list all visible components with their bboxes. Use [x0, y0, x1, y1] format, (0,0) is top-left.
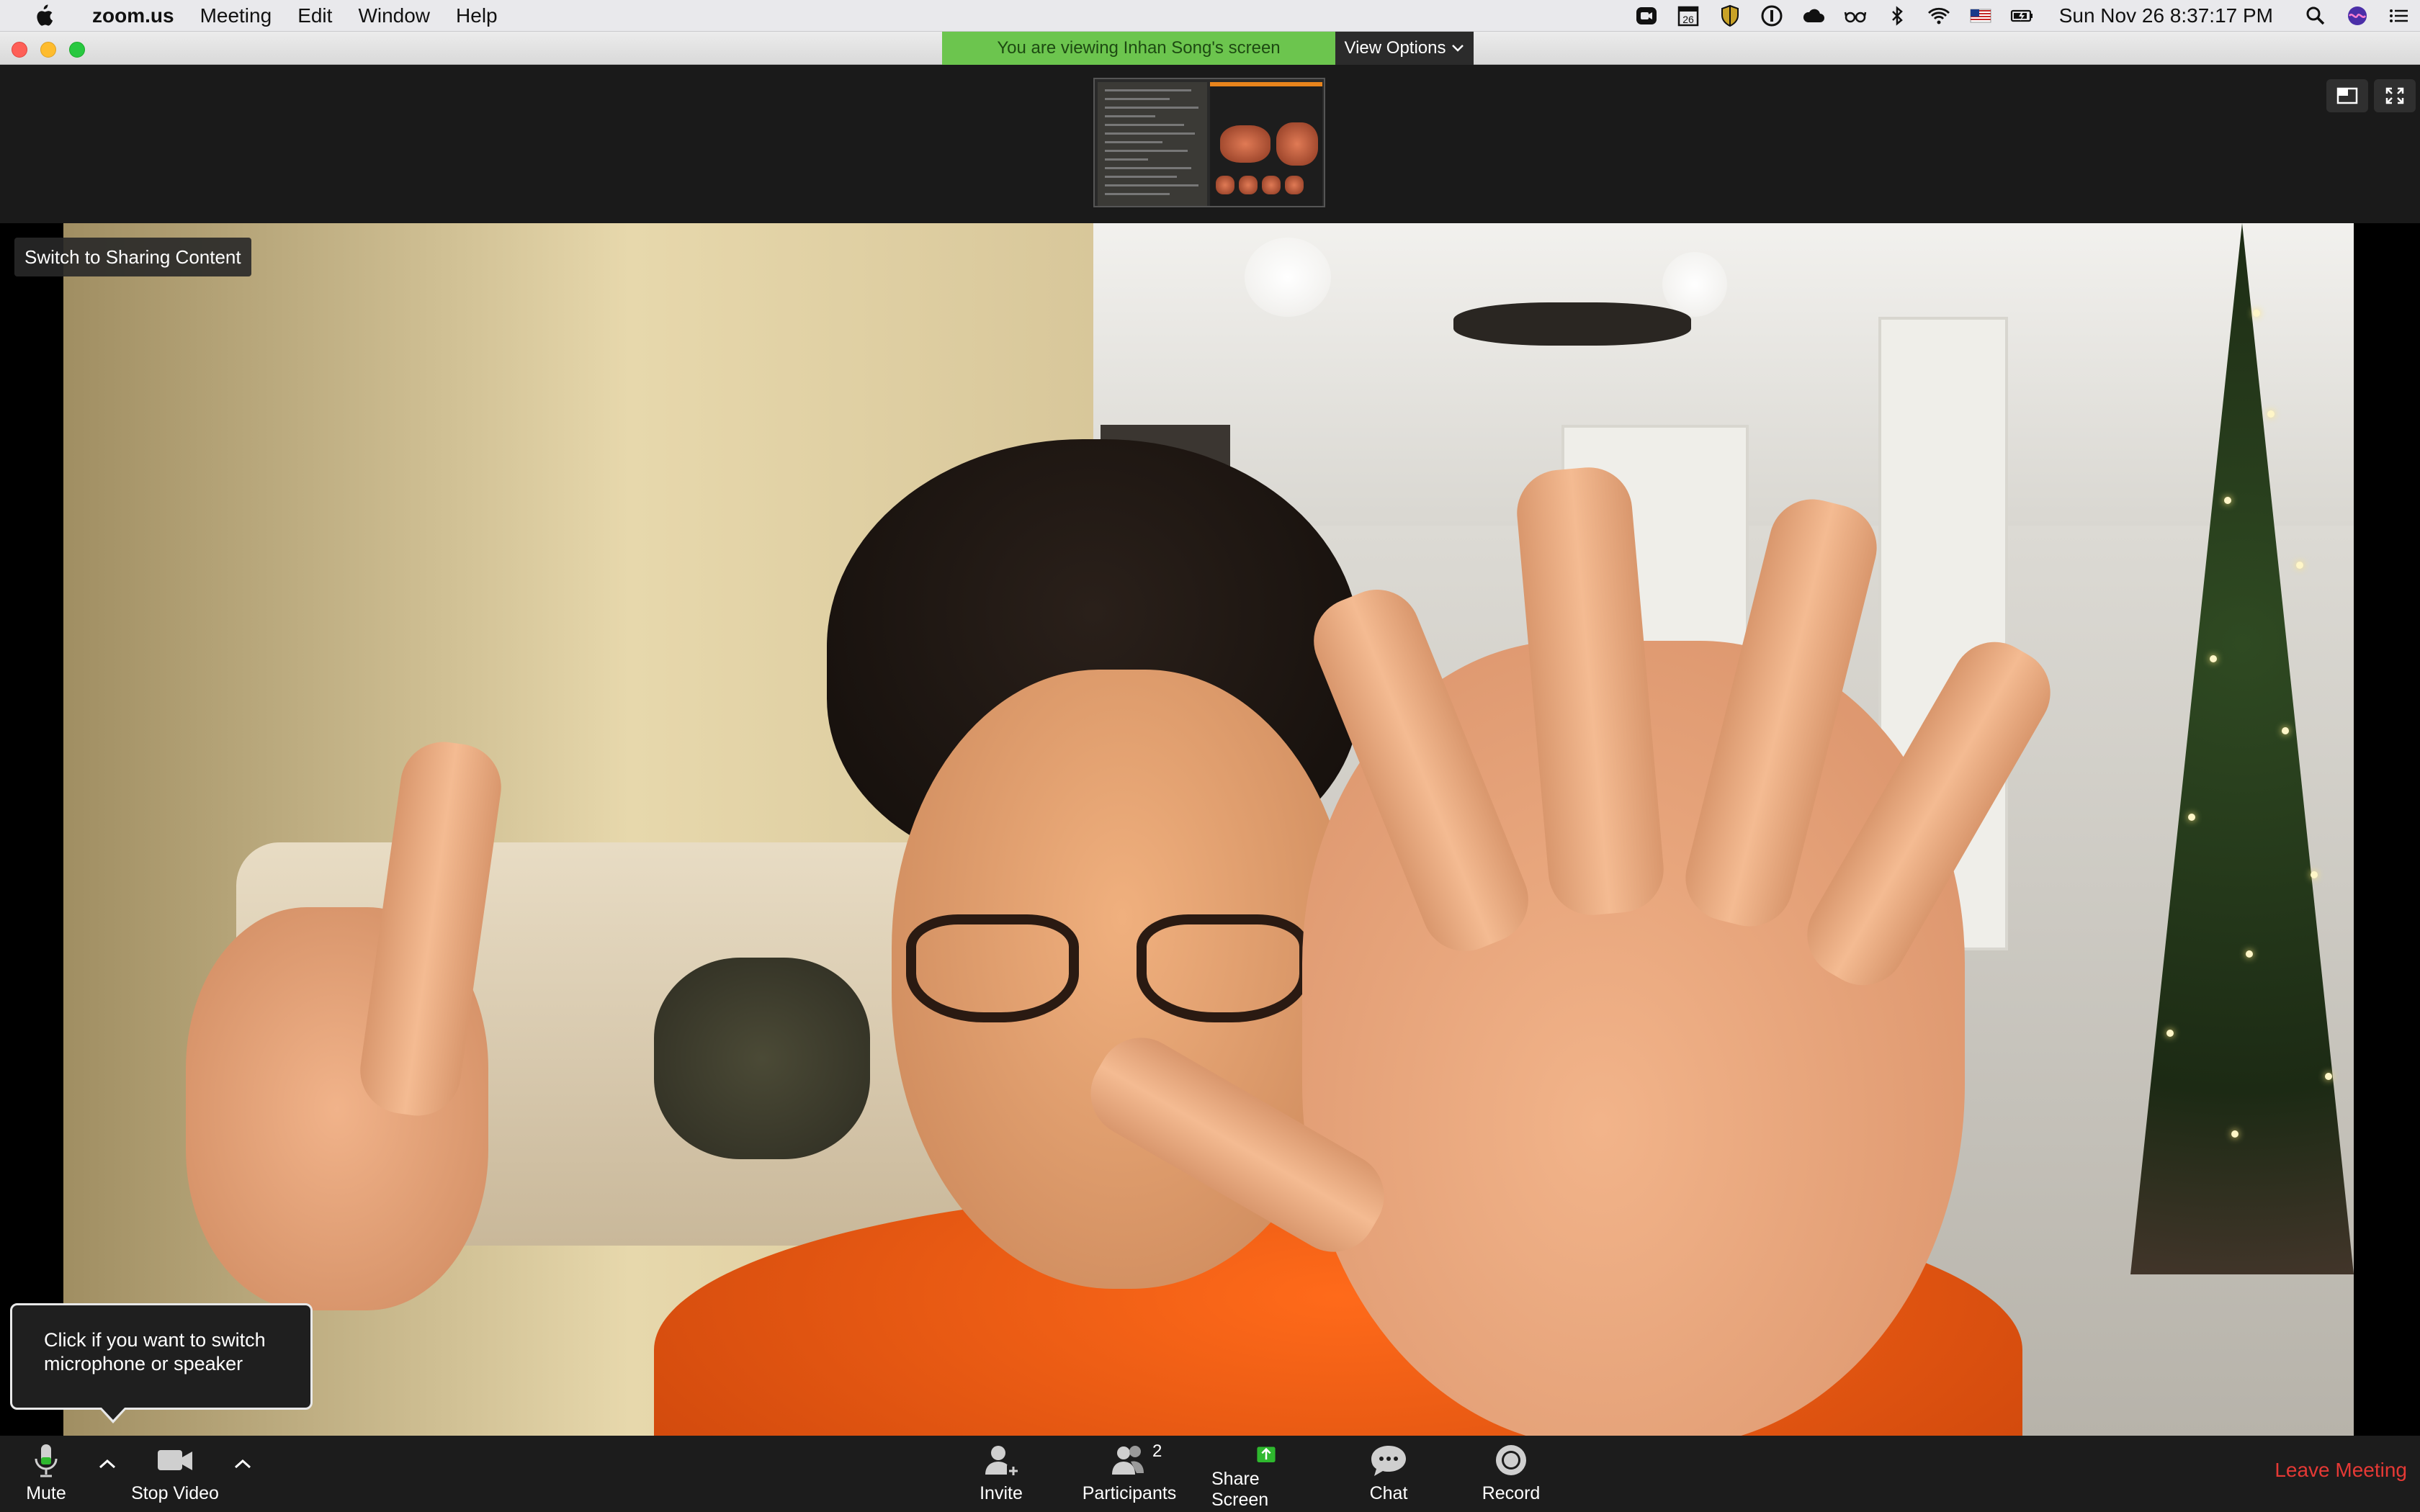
shield-icon[interactable] — [1709, 0, 1751, 32]
mute-button[interactable]: Mute — [16, 1441, 76, 1511]
video-options-caret[interactable] — [230, 1452, 255, 1476]
spotlight-search-icon[interactable] — [2295, 0, 2336, 32]
view-options-label: View Options — [1344, 38, 1446, 58]
participant-count-badge: 2 — [1152, 1441, 1162, 1461]
mute-label: Mute — [26, 1483, 66, 1503]
microphone-icon — [35, 1444, 58, 1477]
password-manager-icon[interactable] — [1751, 0, 1793, 32]
thumbnail-image-pane — [1210, 82, 1322, 206]
zoom-status-icon[interactable] — [1626, 0, 1667, 32]
meeting-toolbar: Mute Stop Video Invite Participants 2 Sh… — [0, 1436, 2420, 1512]
view-options-button[interactable]: View Options — [1335, 32, 1474, 65]
participants-button[interactable]: Participants 2 — [1080, 1441, 1178, 1511]
chevron-up-icon — [99, 1459, 116, 1469]
window-maximize-button[interactable] — [69, 42, 85, 58]
invite-button[interactable]: Invite — [972, 1441, 1030, 1511]
participant-video[interactable] — [63, 223, 2354, 1436]
window-minimize-button[interactable] — [40, 42, 56, 58]
invite-label: Invite — [980, 1483, 1023, 1503]
leave-meeting-button[interactable]: Leave Meeting — [2275, 1459, 2407, 1482]
window-close-button[interactable] — [12, 42, 27, 58]
audio-switch-tooltip: Click if you want to switch microphone o… — [10, 1303, 313, 1423]
wifi-icon[interactable] — [1918, 0, 1960, 32]
us-flag-icon[interactable] — [1960, 0, 2002, 32]
thumbnail-document-pane — [1098, 82, 1207, 206]
siri-icon[interactable] — [2336, 0, 2378, 32]
menu-meeting[interactable]: Meeting — [187, 0, 285, 32]
record-label: Record — [1482, 1483, 1541, 1503]
chevron-up-icon — [234, 1459, 251, 1469]
share-screen-label: Share Screen — [1211, 1469, 1269, 1510]
shared-screen-thumbnail[interactable] — [1093, 78, 1325, 207]
video-area: Switch to Sharing Content — [0, 223, 2420, 1436]
share-screen-button[interactable]: Share Screen — [1211, 1441, 1321, 1511]
fullscreen-icon — [2385, 87, 2404, 104]
video-camera-icon — [158, 1450, 192, 1470]
record-button[interactable]: Record — [1479, 1441, 1543, 1511]
glasses-icon[interactable] — [1834, 0, 1876, 32]
stop-video-label: Stop Video — [131, 1483, 219, 1503]
notification-center-icon[interactable] — [2378, 0, 2420, 32]
add-user-icon — [985, 1446, 1020, 1477]
participants-icon — [1112, 1446, 1144, 1475]
share-banner-text: You are viewing Inhan Song's screen — [942, 32, 1335, 65]
menu-help[interactable]: Help — [443, 0, 511, 32]
chat-button[interactable]: Chat — [1361, 1441, 1416, 1511]
calendar-icon[interactable]: 26 — [1667, 0, 1709, 32]
calendar-day: 26 — [1682, 14, 1694, 25]
record-icon — [1496, 1445, 1526, 1475]
switch-to-sharing-button[interactable]: Switch to Sharing Content — [14, 238, 251, 276]
share-screen-icon — [1257, 1446, 1276, 1462]
battery-icon[interactable] — [2002, 0, 2043, 32]
ceiling-light — [1453, 302, 1691, 346]
layout-toggle-button[interactable] — [2326, 79, 2368, 112]
layout-icon — [2336, 87, 2358, 104]
menu-app-name[interactable]: zoom.us — [79, 0, 187, 32]
menubar-clock[interactable]: Sun Nov 26 8:37:17 PM — [2043, 4, 2295, 27]
fullscreen-button[interactable] — [2374, 79, 2416, 112]
cloud-icon[interactable] — [1793, 0, 1834, 32]
apple-icon[interactable] — [26, 4, 60, 27]
window-title-bar: You are viewing Inhan Song's screen View… — [0, 32, 2420, 65]
menu-bar: zoom.us Meeting Edit Window Help 26 Sun … — [0, 0, 2420, 32]
audio-options-caret[interactable] — [95, 1452, 120, 1476]
chevron-down-icon — [1452, 45, 1464, 52]
tooltip-text: Click if you want to switch microphone o… — [44, 1329, 266, 1374]
menu-edit[interactable]: Edit — [284, 0, 345, 32]
menu-window[interactable]: Window — [345, 0, 443, 32]
chat-label: Chat — [1369, 1483, 1408, 1503]
thumbnail-strip — [0, 65, 2420, 223]
participants-label: Participants — [1082, 1483, 1177, 1503]
stop-video-button[interactable]: Stop Video — [128, 1441, 222, 1511]
bluetooth-icon[interactable] — [1876, 0, 1918, 32]
share-banner: You are viewing Inhan Song's screen View… — [942, 32, 1474, 65]
chat-bubble-icon — [1371, 1446, 1406, 1476]
